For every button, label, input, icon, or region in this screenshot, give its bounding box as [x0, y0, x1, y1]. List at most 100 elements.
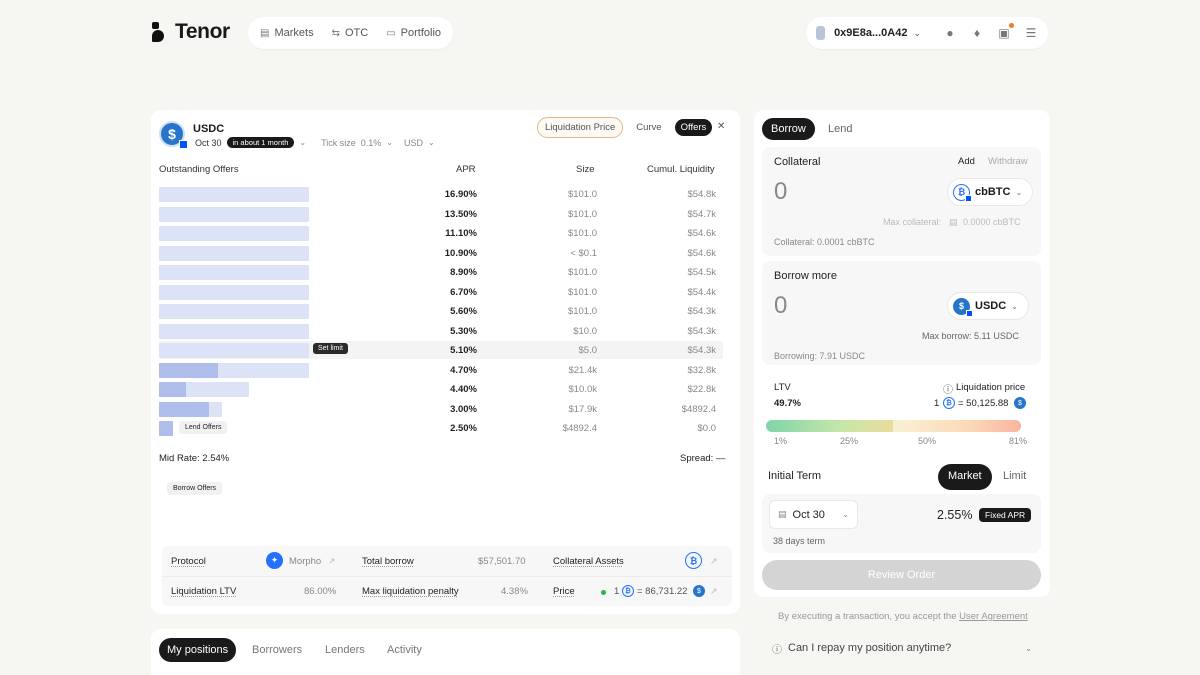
term-date: Oct 30	[792, 508, 825, 521]
info-icon: ⓘ	[943, 385, 953, 396]
tab-offers[interactable]: Offers	[674, 119, 713, 136]
borrow-offers-label[interactable]: Borrow Offers	[167, 482, 223, 495]
liquidation-price-qty: 1	[934, 398, 940, 409]
nav-portfolio[interactable]: ▭ Portfolio	[386, 27, 441, 39]
menu-icon[interactable]: ☰	[1024, 26, 1038, 40]
offer-row[interactable]: 16.90% $101.0 $54.8k	[159, 185, 723, 203]
nav-otc-label: OTC	[344, 27, 369, 39]
offer-size: $10.0k	[568, 384, 597, 395]
offer-apr: 4.40%	[450, 384, 477, 395]
wallet-address[interactable]: 0x9E8a...0A42	[834, 27, 907, 39]
offer-size: $21.4k	[568, 364, 597, 376]
initial-term-label: Initial Term	[768, 470, 821, 482]
protocol-label: Protocol	[171, 556, 206, 567]
info-icon: ⓘ	[772, 644, 782, 656]
tab-lend[interactable]: Lend	[819, 118, 861, 140]
depth-bar	[159, 304, 309, 319]
collateral-amount-input[interactable]: 0	[774, 178, 787, 206]
tab-my-positions[interactable]: My positions	[159, 638, 237, 662]
offer-liquidity: $54.5k	[687, 267, 716, 278]
markets-icon: ▤	[260, 27, 270, 39]
close-icon[interactable]: ✕	[717, 121, 725, 132]
depth-bar	[159, 226, 309, 241]
offer-row[interactable]: 2.50% $4892.4 $0.0 Lend Offers	[159, 419, 723, 437]
faq-question: Can I repay my position anytime?	[788, 642, 952, 654]
tab-curve[interactable]: Curve	[629, 118, 668, 137]
offer-row[interactable]: 4.40% $10.0k $22.8k	[159, 380, 723, 398]
offer-row[interactable]: 6.70% $101.0 $54.4k	[159, 283, 723, 301]
collateral-add-tab[interactable]: Add	[958, 156, 975, 167]
nav-markets[interactable]: ▤ Markets	[260, 27, 314, 39]
external-link-icon[interactable]: ↗	[710, 556, 718, 567]
set-limit-button[interactable]: Set limit	[313, 343, 348, 354]
bell-icon[interactable]: ♦	[970, 26, 984, 40]
external-link-icon[interactable]: ↗	[710, 586, 718, 597]
chevron-down-icon: ⌄	[1015, 187, 1023, 197]
offer-row[interactable]: 5.10% $5.0 $54.3k Set limit	[159, 341, 723, 359]
wallet-bar: 0x9E8a...0A42 ⌄ ● ♦ ▣ ☰	[806, 17, 1048, 49]
chevron-down-icon[interactable]: ⌄	[299, 138, 306, 147]
swap-icon: ⇆	[331, 27, 340, 39]
offer-row[interactable]: 4.70% $21.4k $32.8k	[159, 361, 723, 379]
faq-item[interactable]: ⓘ Can I repay my position anytime? ⌄	[762, 633, 1042, 663]
term-rate: 2.55%	[937, 508, 973, 522]
depth-bar	[159, 343, 309, 358]
offer-size: $101.0	[567, 228, 597, 239]
gift-icon[interactable]: ▣	[997, 23, 1014, 40]
bitcoin-icon: ₿	[685, 552, 702, 569]
offer-row[interactable]: 13.50% $101.0 $54.7k	[159, 205, 723, 223]
term-limit-toggle[interactable]: Limit	[993, 464, 1036, 490]
review-order-button[interactable]: Review Order	[762, 560, 1041, 590]
protocol-value: Morpho	[289, 556, 322, 567]
tab-liquidation-price[interactable]: Liquidation Price	[537, 117, 624, 138]
chevron-down-icon[interactable]: ⌄	[913, 28, 921, 39]
agreement-text: By executing a transaction, you accept t…	[778, 611, 957, 622]
usdc-icon: $	[1014, 397, 1026, 409]
borrow-amount-input[interactable]: 0	[774, 292, 787, 320]
term-market-toggle[interactable]: Market	[938, 464, 992, 490]
profile-icon[interactable]: ●	[943, 26, 957, 40]
nav-otc[interactable]: ⇆ OTC	[332, 27, 369, 39]
offer-row[interactable]: 5.30% $10.0 $54.3k	[159, 322, 723, 340]
term-date-select[interactable]: ▤ Oct 30 ⌄	[769, 500, 858, 529]
offer-row[interactable]: 5.60% $101.0 $54.3k	[159, 302, 723, 320]
user-agreement-link[interactable]: User Agreement	[959, 611, 1028, 622]
chevron-down-icon: ⌄	[842, 510, 849, 519]
depth-bar	[159, 187, 309, 202]
borrow-more-title: Borrow more	[774, 270, 837, 282]
tab-borrow[interactable]: Borrow	[762, 118, 815, 140]
chevron-down-icon[interactable]: ⌄	[386, 138, 393, 147]
max-collateral-value[interactable]: 0.0000 cbBTC	[963, 217, 1021, 227]
tab-borrowers[interactable]: Borrowers	[244, 638, 310, 662]
offer-row[interactable]: 10.90% < $0.1 $54.6k	[159, 244, 723, 262]
brand-logo[interactable]: Tenor	[152, 20, 230, 44]
tab-activity[interactable]: Activity	[379, 638, 430, 662]
offer-liquidity: $54.3k	[687, 306, 716, 317]
offer-row[interactable]: 11.10% $101.0 $54.6k	[159, 224, 723, 242]
depth-bar	[159, 284, 309, 300]
offer-liquidity: $4892.4	[681, 403, 716, 415]
tab-lenders[interactable]: Lenders	[317, 638, 373, 662]
offer-row[interactable]: 3.00% $17.9k $4892.4	[159, 400, 723, 418]
borrow-token-select[interactable]: $ USDC ⌄	[947, 292, 1029, 320]
collateral-withdraw-tab[interactable]: Withdraw	[988, 156, 1028, 167]
max-penalty-value: 4.38%	[501, 586, 528, 597]
external-link-icon[interactable]: ↗	[328, 556, 336, 567]
offer-apr: 13.50%	[444, 208, 477, 220]
currency-select[interactable]: USD	[404, 138, 423, 148]
collateral-token-select[interactable]: ₿ cbBTC ⌄	[947, 178, 1034, 206]
top-bar: Tenor ▤ Markets ⇆ OTC ▭ Portfolio 0x9E8a…	[0, 0, 1200, 64]
borrow-panel: Borrow more 0 $ USDC ⌄ Max borrow: 5.11 …	[762, 261, 1041, 365]
offer-size: $101.0	[567, 306, 597, 317]
depth-bar-fill	[159, 382, 186, 397]
chevron-down-icon[interactable]: ⌄	[428, 138, 435, 147]
maturity-date[interactable]: Oct 30	[195, 138, 222, 148]
lend-offers-label[interactable]: Lend Offers	[179, 421, 228, 434]
nav-portfolio-label: Portfolio	[400, 27, 442, 39]
tick-size-value[interactable]: 0.1%	[361, 138, 382, 148]
wallet-icon: ▤	[949, 217, 958, 227]
offer-row[interactable]: 8.90% $101.0 $54.5k	[159, 263, 723, 281]
offer-liquidity: $54.8k	[687, 189, 716, 200]
depth-bar-fill	[159, 401, 209, 417]
offer-apr: 2.50%	[450, 423, 477, 434]
